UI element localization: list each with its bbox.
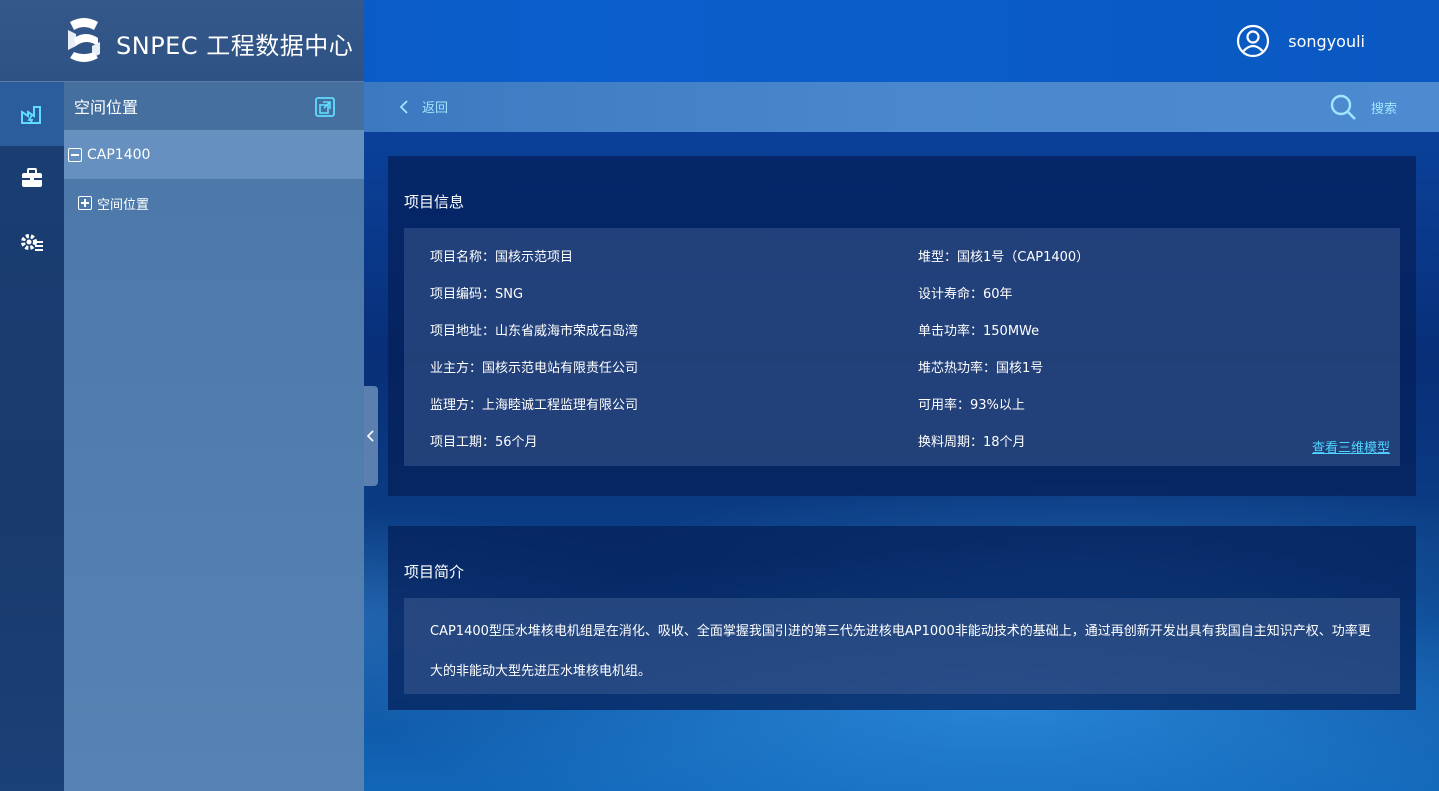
chevron-left-icon[interactable] <box>367 430 375 442</box>
top-header: SNPEC 工程数据中心 songyouli <box>0 0 1439 82</box>
tree-node-cap1400[interactable]: CAP1400 <box>64 131 364 179</box>
info-item: 业主方：国核示范电站有限责任公司 <box>430 361 639 376</box>
project-intro-text: CAP1400型压水堆核电机组是在消化、吸收、全面掌握我国引进的第三代先进核电A… <box>430 624 1371 679</box>
tree-panel: 空间位置 CAP1400 空间位置 <box>64 82 364 791</box>
factory-icon[interactable] <box>20 103 44 125</box>
info-item: 换料周期：18个月 <box>918 435 1026 450</box>
collapse-icon[interactable] <box>68 148 82 162</box>
user-menu[interactable]: songyouli <box>1236 24 1365 58</box>
project-intro-box: CAP1400型压水堆核电机组是在消化、吸收、全面掌握我国引进的第三代先进核电A… <box>404 598 1400 694</box>
info-item: 设计寿命：60年 <box>918 287 1013 302</box>
project-info-title: 项目信息 <box>404 193 465 211</box>
info-item: 单击功率：150MWe <box>918 324 1040 339</box>
info-item: 项目工期：56个月 <box>430 435 538 450</box>
info-item: 堆型：国核1号（CAP1400） <box>918 250 1090 265</box>
info-item: 项目地址：山东省威海市荣成石岛湾 <box>430 324 639 339</box>
app-title: SNPEC 工程数据中心 <box>116 32 354 60</box>
info-item: 堆芯热功率：国核1号 <box>918 361 1044 376</box>
search-icon[interactable] <box>1329 93 1357 121</box>
project-info-box: 项目名称：国核示范项目 项目编码：SNG 项目地址：山东省威海市荣成石岛湾 业主… <box>404 228 1400 466</box>
tree-node-label[interactable]: 空间位置 <box>97 194 149 213</box>
snpec-logo-icon <box>68 18 100 62</box>
back-button[interactable]: 返回 <box>400 97 448 116</box>
info-item: 项目名称：国核示范项目 <box>430 250 574 265</box>
tree-node-spatial[interactable]: 空间位置 <box>64 179 364 227</box>
user-circle-icon[interactable] <box>1236 24 1270 58</box>
rail-item-settings[interactable] <box>0 210 64 274</box>
rail-item-tools[interactable] <box>0 146 64 210</box>
tree-node-label[interactable]: CAP1400 <box>87 147 150 163</box>
briefcase-icon[interactable] <box>20 167 44 189</box>
username[interactable]: songyouli <box>1288 32 1365 51</box>
rail-item-project[interactable] <box>0 82 64 146</box>
tree-title: 空间位置 <box>74 98 139 117</box>
icon-rail <box>0 82 64 791</box>
info-item: 可用率：93%以上 <box>918 398 1025 413</box>
logo-area: SNPEC 工程数据中心 <box>0 0 364 82</box>
info-item: 项目编码：SNG <box>430 287 524 302</box>
project-info-card: 项目信息 项目名称：国核示范项目 项目编码：SNG 项目地址：山东省威海市荣成石… <box>388 156 1416 496</box>
expand-icon[interactable] <box>78 196 92 210</box>
back-label[interactable]: 返回 <box>422 97 448 116</box>
project-intro-card: 项目简介 CAP1400型压水堆核电机组是在消化、吸收、全面掌握我国引进的第三代… <box>388 526 1416 710</box>
panel-collapse-handle[interactable] <box>364 386 378 486</box>
view-3d-model-link[interactable]: 查看三维模型 <box>1312 437 1390 456</box>
search-label[interactable]: 搜索 <box>1371 98 1397 117</box>
info-item: 监理方：上海睦诚工程监理有限公司 <box>430 398 639 413</box>
gear-list-icon[interactable] <box>20 231 44 253</box>
export-icon[interactable] <box>314 96 336 118</box>
tree-header: 空间位置 <box>64 82 364 131</box>
chevron-left-icon[interactable] <box>400 99 408 114</box>
toolbar: 返回 搜索 <box>364 82 1439 132</box>
search-button[interactable]: 搜索 <box>1329 93 1397 121</box>
project-intro-title: 项目简介 <box>404 563 465 581</box>
